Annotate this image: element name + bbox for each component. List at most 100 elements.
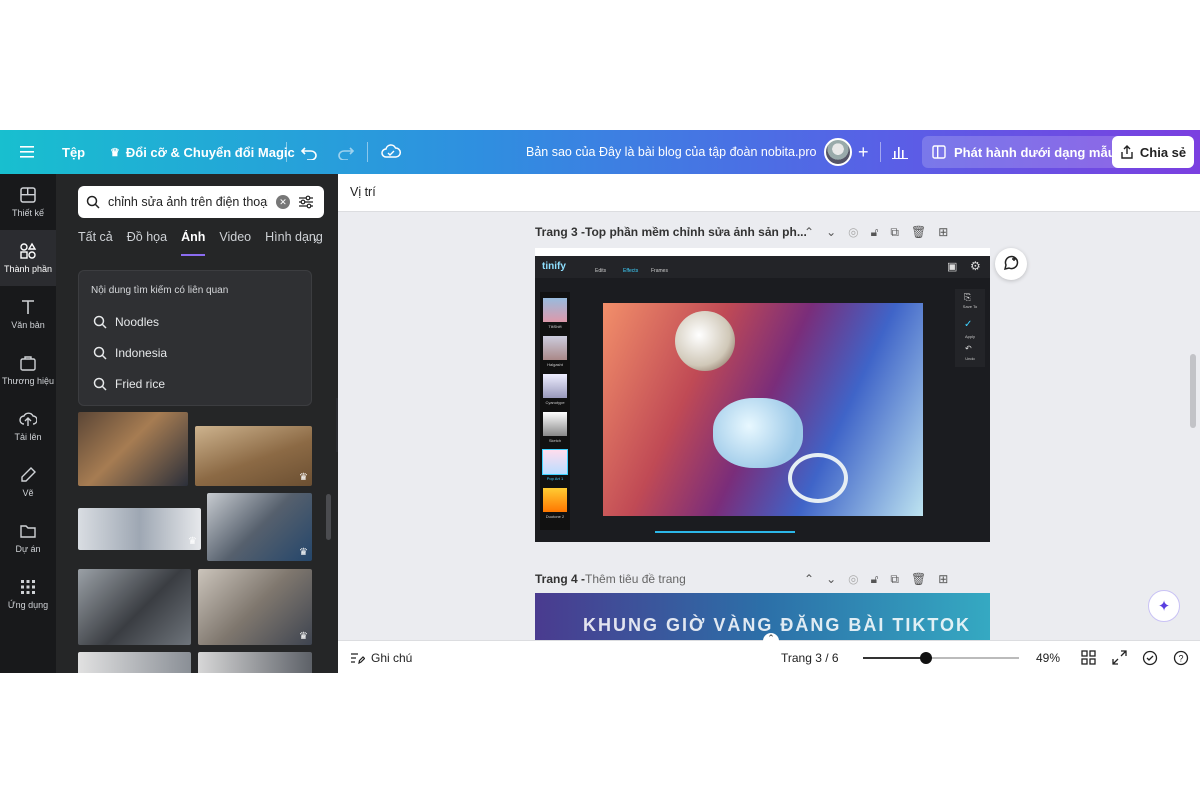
tab-all[interactable]: Tất cả <box>78 230 113 256</box>
clear-icon[interactable]: ✕ <box>276 195 290 209</box>
page-4-actions: ⌃ ⌄ ◎ 🔓︎ ⧉ 🗑︎ ⊞ <box>804 569 948 589</box>
hide-icon[interactable]: ◎ <box>848 572 858 586</box>
crown-icon: ♛ <box>299 472 308 483</box>
page-indicator[interactable]: Trang 3 / 6 <box>781 641 839 673</box>
tab-graphics[interactable]: Đồ họa <box>127 230 167 256</box>
filter-label: Pop Art 1 <box>546 476 564 481</box>
photo-result[interactable]: ♛ <box>78 508 201 550</box>
rail-item-apps[interactable]: Ứng dụng <box>0 566 56 622</box>
duplicate-icon[interactable]: ⧉ <box>890 225 899 240</box>
add-comment-button[interactable] <box>995 248 1027 280</box>
search-box: ✕ <box>78 186 324 218</box>
undo-icon[interactable] <box>300 130 318 174</box>
zoom-level[interactable]: 49% <box>1036 641 1060 673</box>
page-4-title: Thêm tiêu đề trang <box>585 572 686 586</box>
avatar[interactable] <box>824 138 852 166</box>
rail-label: Tải lên <box>14 432 42 442</box>
progress-line <box>655 531 795 533</box>
search-input[interactable] <box>108 195 268 209</box>
chevron-down-icon[interactable]: ⌄ <box>826 572 836 586</box>
lock-icon[interactable]: 🔓︎ <box>871 572 879 587</box>
share-icon <box>1121 145 1133 159</box>
photo-result[interactable]: ♛ <box>198 569 312 645</box>
suggestion-item[interactable]: Noodles <box>93 315 159 329</box>
page-3-prefix: Trang 3 - <box>535 225 586 239</box>
suggestion-item[interactable]: Indonesia <box>93 346 167 360</box>
page-indicator-text: Trang 3 / 6 <box>781 650 839 665</box>
page-3[interactable]: tinify Edits Effects Frames ▣ ⚙ TiltShif… <box>535 248 990 542</box>
rail-label: Thành phần <box>3 264 53 274</box>
add-collaborator-icon[interactable]: + <box>858 130 869 174</box>
svg-text:?: ? <box>1178 653 1183 663</box>
photo-result[interactable] <box>78 412 188 486</box>
photo-result[interactable]: ♛ <box>195 426 312 486</box>
top-bar: Tệp ♛ Đổi cỡ & Chuyển đổi Magic Bản sao … <box>0 130 1200 174</box>
magic-resize-button[interactable]: ♛ Đổi cỡ & Chuyển đổi Magic <box>110 130 295 174</box>
rail-label: Thiết kế <box>11 208 44 218</box>
page-4-header[interactable]: Trang 4 - Thêm tiêu đề trang <box>535 569 686 589</box>
file-menu[interactable]: Tệp <box>62 130 85 174</box>
add-page-icon[interactable]: ⊞ <box>938 572 948 586</box>
share-label: Chia sẻ <box>1139 144 1187 160</box>
photo-result[interactable] <box>198 652 312 673</box>
zoom-slider-handle[interactable] <box>920 652 932 664</box>
editor-topbar <box>535 256 990 278</box>
duplicate-icon[interactable]: ⧉ <box>890 572 899 587</box>
context-toolbar: Vị trí <box>338 174 1200 212</box>
file-menu-label: Tệp <box>62 144 86 160</box>
cloud-save-icon[interactable] <box>381 130 401 174</box>
rail-item-draw[interactable]: Vẽ <box>0 454 56 510</box>
add-page-icon[interactable]: ⊞ <box>938 225 948 239</box>
redo-icon[interactable] <box>337 130 355 174</box>
photo-result[interactable]: ♛ <box>207 493 312 561</box>
menu-icon[interactable] <box>20 130 36 174</box>
template-icon <box>932 145 946 159</box>
chevron-down-icon[interactable]: ⌄ <box>826 225 836 239</box>
tab-photos[interactable]: Ảnh <box>181 230 206 256</box>
fullscreen-icon[interactable] <box>1112 641 1127 673</box>
share-button[interactable]: Chia sẻ <box>1112 136 1194 168</box>
lock-icon[interactable]: 🔓︎ <box>871 225 879 240</box>
editor-action-label: Apply <box>964 334 975 339</box>
publish-template-button[interactable]: Phát hành dưới dạng mẫu <box>922 136 1126 168</box>
position-button[interactable]: Vị trí <box>350 185 376 199</box>
insights-icon[interactable] <box>892 130 908 174</box>
panel-scrollbar[interactable] <box>326 494 331 540</box>
crown-icon: ♛ <box>188 536 197 547</box>
hide-icon[interactable]: ◎ <box>848 225 858 239</box>
magic-assistant-button[interactable]: ✦ <box>1148 590 1180 622</box>
divider <box>880 142 881 162</box>
elements-panel: ✕ Tất cả Đồ họa Ảnh Video Hình dạng › Nộ… <box>56 174 338 673</box>
zoom-slider[interactable] <box>863 652 1019 664</box>
suggestion-item[interactable]: Fried rice <box>93 377 165 391</box>
chevron-up-icon[interactable]: ⌃ <box>804 572 814 586</box>
chevron-right-icon[interactable]: › <box>313 232 317 247</box>
rail-item-projects[interactable]: Dự án <box>0 510 56 566</box>
canvas-scrollbar[interactable] <box>1190 354 1196 428</box>
grid-view-icon[interactable] <box>1081 641 1096 673</box>
edited-photo <box>603 303 923 516</box>
rail-item-design[interactable]: Thiết kế <box>0 174 56 230</box>
bottom-bar: ⌃ Ghi chú Trang 3 / 6 49% ? <box>338 633 1200 673</box>
check-circle-icon[interactable] <box>1142 641 1158 673</box>
sparkle-icon: ✦ <box>1157 598 1171 615</box>
crown-icon: ♛ <box>299 631 308 642</box>
photo-result[interactable] <box>78 569 191 645</box>
photo-result[interactable] <box>78 652 191 673</box>
tab-videos[interactable]: Video <box>219 230 251 256</box>
chevron-up-icon[interactable]: ⌃ <box>763 633 779 643</box>
notes-button[interactable]: Ghi chú <box>350 641 412 673</box>
help-icon[interactable]: ? <box>1173 641 1189 673</box>
elements-icon <box>20 242 37 259</box>
filter-icon[interactable] <box>298 195 314 209</box>
trash-icon[interactable]: 🗑︎ <box>911 572 926 586</box>
page-3-header[interactable]: Trang 3 - Top phần mềm chỉnh sửa ảnh sản… <box>535 222 807 242</box>
rail-item-upload[interactable]: Tải lên <box>0 398 56 454</box>
trash-icon[interactable]: 🗑︎ <box>911 225 926 239</box>
rail-label: Văn bản <box>11 320 45 330</box>
document-title[interactable]: Bản sao của Đây là bài blog của tập đoàn… <box>526 130 817 174</box>
rail-item-text[interactable]: Văn bản <box>0 286 56 342</box>
rail-item-elements[interactable]: Thành phần <box>0 230 56 286</box>
rail-item-brand[interactable]: Thương hiệu <box>0 342 56 398</box>
chevron-up-icon[interactable]: ⌃ <box>804 225 814 239</box>
